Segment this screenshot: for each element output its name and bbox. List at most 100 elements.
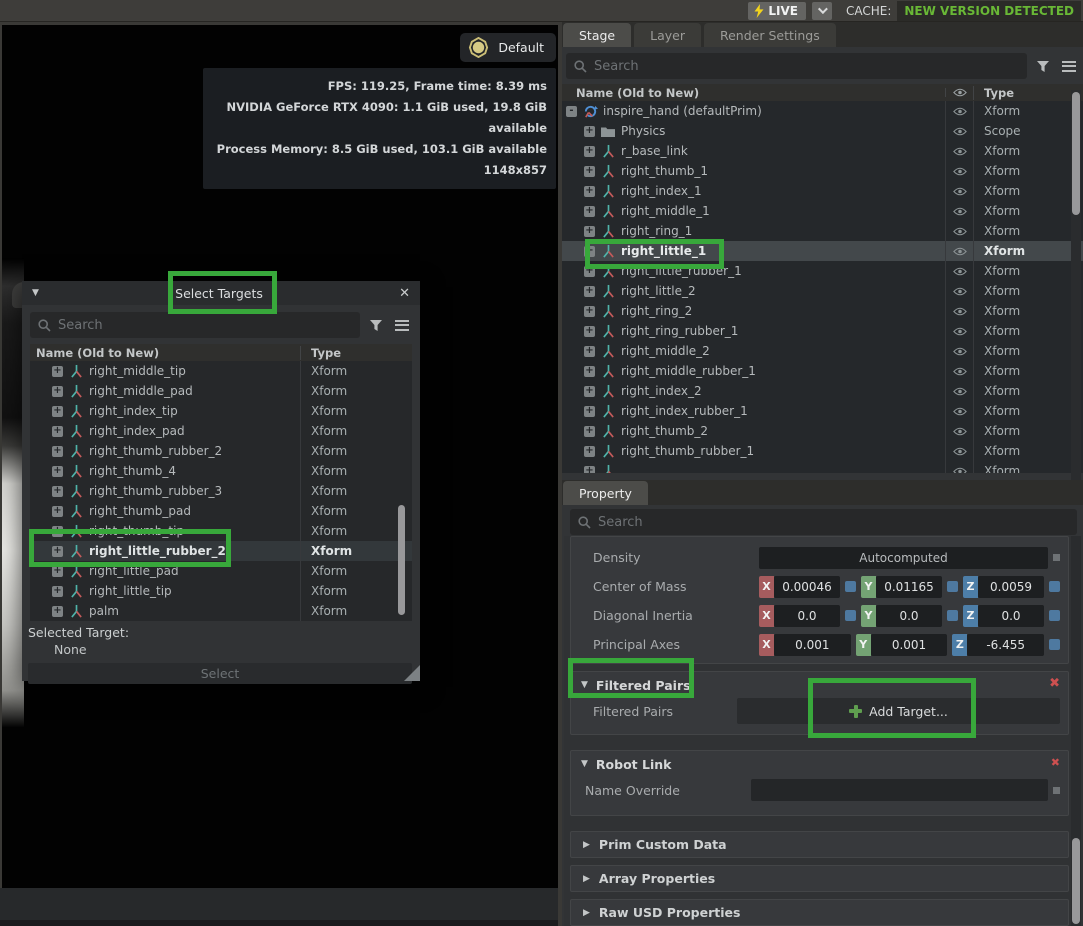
diagonal-inertia-z-field[interactable]: 0.0 [978, 605, 1044, 627]
dialog-title-bar[interactable]: ▼ Select Targets ✕ [22, 281, 420, 305]
visibility-eye-cell[interactable] [945, 101, 973, 121]
visibility-eye-icon[interactable] [953, 247, 967, 256]
expand-toggle-icon[interactable]: + [584, 366, 595, 377]
visibility-eye-icon[interactable] [953, 267, 967, 276]
property-scrollbar-thumb[interactable] [1072, 838, 1080, 924]
select-button[interactable]: Select [28, 663, 412, 684]
visibility-eye-cell[interactable] [945, 321, 973, 341]
visibility-eye-cell[interactable] [945, 201, 973, 221]
property-search-field[interactable] [570, 509, 1077, 535]
center-of-mass-x-indicator[interactable] [845, 581, 856, 592]
tree-row[interactable]: +right_little_rubber_2Xform [30, 541, 412, 561]
tree-row[interactable]: +right_ring_rubber_1Xform [562, 321, 1083, 341]
raw-usd-properties-section[interactable]: ▶ Raw USD Properties [570, 899, 1069, 926]
visibility-eye-cell[interactable] [945, 421, 973, 441]
visibility-eye-cell[interactable] [945, 141, 973, 161]
stage-scrollbar-thumb[interactable] [1072, 92, 1080, 215]
expand-toggle-icon[interactable]: + [52, 526, 63, 537]
tree-row[interactable]: -inspire_hand (defaultPrim)Xform [562, 101, 1083, 121]
density-default-indicator[interactable] [1053, 554, 1060, 561]
expand-toggle-icon[interactable]: + [584, 286, 595, 297]
expand-toggle-icon[interactable]: + [52, 546, 63, 557]
expand-toggle-icon[interactable]: + [584, 306, 595, 317]
tree-row[interactable]: +right_middle_2Xform [562, 341, 1083, 361]
array-properties-section[interactable]: ▶ Array Properties [570, 865, 1069, 892]
dialog-options-menu-icon[interactable] [392, 315, 412, 335]
principal-axes-x-field[interactable]: 0.001 [774, 634, 851, 656]
visibility-eye-icon[interactable] [953, 107, 967, 116]
tree-row[interactable]: +right_thumb_tipXform [30, 521, 412, 541]
stage-search-field[interactable] [566, 53, 1027, 79]
dialog-search-input[interactable] [58, 318, 352, 333]
visibility-eye-icon[interactable] [953, 227, 967, 236]
tree-row[interactable]: +right_thumb_4Xform [30, 461, 412, 481]
center-of-mass-x-field[interactable]: 0.00046 [774, 576, 840, 598]
visibility-eye-cell[interactable] [945, 381, 973, 401]
visibility-eye-icon[interactable] [953, 387, 967, 396]
visibility-eye-cell[interactable] [945, 281, 973, 301]
density-field[interactable]: Autocomputed [759, 547, 1048, 569]
visibility-eye-cell[interactable] [945, 341, 973, 361]
delete-section-icon[interactable]: ✖ [1051, 756, 1060, 769]
visibility-eye-icon[interactable] [953, 207, 967, 216]
visibility-eye-icon[interactable] [953, 467, 967, 474]
visibility-eye-cell[interactable] [945, 181, 973, 201]
stage-filter-icon[interactable] [1033, 56, 1053, 76]
tree-row[interactable]: +palmXform [30, 601, 412, 621]
name-override-input[interactable] [751, 779, 1048, 801]
tree-row[interactable]: +right_index_tipXform [30, 401, 412, 421]
diagonal-inertia-z-indicator[interactable] [1049, 610, 1060, 621]
visibility-eye-cell[interactable] [945, 261, 973, 281]
tree-row[interactable]: +PhysicsScope [562, 121, 1083, 141]
visibility-eye-icon[interactable] [953, 167, 967, 176]
center-of-mass-y-field[interactable]: 0.01165 [876, 576, 942, 598]
expand-toggle-icon[interactable]: + [52, 446, 63, 457]
tree-row[interactable]: +right_thumb_rubber_1Xform [562, 441, 1083, 461]
diagonal-inertia-x-indicator[interactable] [845, 610, 856, 621]
live-sync-button[interactable]: LIVE [748, 2, 806, 20]
expand-toggle-icon[interactable]: + [584, 166, 595, 177]
visibility-eye-icon[interactable] [953, 147, 967, 156]
dialog-scrollbar-thumb[interactable] [398, 505, 405, 615]
dialog-search-field[interactable] [30, 312, 360, 338]
visibility-eye-icon[interactable] [953, 307, 967, 316]
tree-row[interactable]: +right_ring_1Xform [562, 221, 1083, 241]
visibility-eye-cell[interactable] [945, 121, 973, 141]
tree-row[interactable]: +right_index_2Xform [562, 381, 1083, 401]
expand-toggle-icon[interactable]: + [52, 566, 63, 577]
tree-row[interactable]: +right_middle_padXform [30, 381, 412, 401]
tree-row[interactable]: +right_little_tipXform [30, 581, 412, 601]
stage-options-menu-icon[interactable] [1059, 56, 1079, 76]
tree-row[interactable]: +right_middle_1Xform [562, 201, 1083, 221]
expand-toggle-icon[interactable]: + [584, 386, 595, 397]
property-search-input[interactable] [598, 515, 1069, 530]
diagonal-inertia-x-field[interactable]: 0.0 [774, 605, 840, 627]
expand-toggle-icon[interactable]: + [52, 606, 63, 617]
visibility-eye-cell[interactable] [945, 441, 973, 461]
tree-row[interactable]: +right_ring_2Xform [562, 301, 1083, 321]
expand-toggle-icon[interactable]: + [52, 406, 63, 417]
diagonal-inertia-y-field[interactable]: 0.0 [876, 605, 942, 627]
expand-toggle-icon[interactable]: + [584, 126, 595, 137]
tree-row[interactable]: +right_thumb_1Xform [562, 161, 1083, 181]
visibility-eye-icon[interactable] [953, 287, 967, 296]
tab-render-settings[interactable]: Render Settings [704, 23, 836, 47]
resize-grip[interactable] [404, 665, 420, 681]
visibility-eye-icon[interactable] [953, 327, 967, 336]
expand-toggle-icon[interactable]: + [584, 466, 595, 474]
expand-toggle-icon[interactable]: + [52, 386, 63, 397]
tree-row[interactable]: +right_thumb_rubber_2Xform [30, 441, 412, 461]
dialog-filter-icon[interactable] [366, 315, 386, 335]
diagonal-inertia-y-indicator[interactable] [947, 610, 958, 621]
stage-search-input[interactable] [594, 59, 1019, 74]
expand-toggle-icon[interactable]: + [584, 446, 595, 457]
expand-toggle-icon[interactable]: + [52, 366, 63, 377]
tree-row[interactable]: +right_index_padXform [30, 421, 412, 441]
expand-toggle-icon[interactable]: + [584, 146, 595, 157]
name-override-default-indicator[interactable] [1053, 787, 1060, 794]
expand-toggle-icon[interactable]: + [584, 246, 595, 257]
expand-toggle-icon[interactable]: + [584, 426, 595, 437]
tree-row[interactable]: +r_base_linkXform [562, 141, 1083, 161]
expand-toggle-icon[interactable]: + [584, 186, 595, 197]
expand-toggle-icon[interactable]: + [584, 346, 595, 357]
